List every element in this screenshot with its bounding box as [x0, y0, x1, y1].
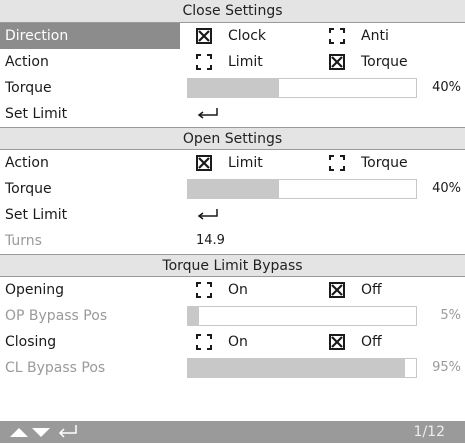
down-arrow-icon	[32, 428, 50, 437]
option-label: Off	[361, 334, 382, 350]
slider-fill	[188, 359, 405, 377]
checkbox-checked-icon[interactable]	[196, 155, 212, 171]
option-torque[interactable]: Torque	[329, 49, 408, 75]
option-label: Limit	[228, 155, 263, 171]
row-label: Set Limit	[5, 207, 68, 223]
option-label: Torque	[361, 54, 408, 70]
option-label: Anti	[361, 28, 389, 44]
option-label: Clock	[228, 28, 267, 44]
row-bypass-closing[interactable]: Closing On Off	[0, 329, 465, 355]
option-label: Limit	[228, 54, 263, 70]
percent-value: 40%	[432, 80, 461, 95]
row-label: CL Bypass Pos	[5, 360, 106, 376]
option-label: On	[228, 282, 248, 298]
row-label: Set Limit	[5, 106, 68, 122]
option-clock[interactable]: Clock	[196, 23, 266, 49]
row-open-action[interactable]: Action Limit Torque	[0, 150, 465, 176]
cl-bypass-slider	[187, 358, 417, 378]
row-close-torque[interactable]: Torque 40%	[0, 75, 465, 101]
row-label: Action	[5, 155, 49, 171]
option-on[interactable]: On	[196, 277, 248, 303]
option-off[interactable]: Off	[329, 329, 382, 355]
row-label: Opening	[5, 282, 65, 298]
checkbox-unchecked-icon[interactable]	[196, 54, 212, 70]
checkbox-checked-icon[interactable]	[329, 334, 345, 350]
option-label: On	[228, 334, 248, 350]
torque-slider[interactable]	[187, 179, 417, 199]
option-limit[interactable]: Limit	[196, 150, 263, 176]
footer-nav	[10, 424, 110, 444]
checkbox-unchecked-icon[interactable]	[329, 28, 345, 44]
section-header-open-settings: Open Settings	[0, 127, 465, 150]
row-label: Torque	[5, 181, 52, 197]
row-open-turns: Turns 14.9	[0, 228, 465, 254]
section-header-close-settings: Close Settings	[0, 0, 465, 23]
row-label: Torque	[5, 80, 52, 96]
row-label: Direction	[0, 23, 180, 49]
enter-icon[interactable]	[196, 208, 220, 226]
slider-fill	[188, 307, 200, 325]
section-header-torque-limit-bypass: Torque Limit Bypass	[0, 254, 465, 277]
enter-icon	[58, 425, 77, 438]
up-arrow-icon	[10, 428, 28, 437]
row-bypass-opening[interactable]: Opening On Off	[0, 277, 465, 303]
settings-screen: Close Settings Direction Clock Anti Acti…	[0, 0, 465, 443]
option-label: Torque	[361, 155, 408, 171]
row-label: OP Bypass Pos	[5, 308, 108, 324]
enter-icon[interactable]	[196, 107, 220, 125]
option-limit[interactable]: Limit	[196, 49, 263, 75]
checkbox-unchecked-icon[interactable]	[329, 155, 345, 171]
option-anti[interactable]: Anti	[329, 23, 389, 49]
percent-value: 5%	[440, 308, 461, 323]
row-label: Closing	[5, 334, 57, 350]
percent-value: 95%	[432, 360, 461, 375]
row-close-direction[interactable]: Direction Clock Anti	[0, 23, 465, 49]
op-bypass-slider	[187, 306, 417, 326]
slider-fill	[188, 79, 280, 97]
row-open-set-limit[interactable]: Set Limit	[0, 202, 465, 228]
option-torque[interactable]: Torque	[329, 150, 408, 176]
page-indicator: 1/12	[413, 424, 445, 440]
checkbox-checked-icon[interactable]	[196, 28, 212, 44]
slider-fill	[188, 180, 280, 198]
row-open-torque[interactable]: Torque 40%	[0, 176, 465, 202]
option-label: Off	[361, 282, 382, 298]
row-close-action[interactable]: Action Limit Torque	[0, 49, 465, 75]
row-op-bypass-pos: OP Bypass Pos 5%	[0, 303, 465, 329]
option-on[interactable]: On	[196, 329, 248, 355]
footer-bar: 1/12	[0, 421, 465, 443]
row-label: Action	[5, 54, 49, 70]
checkbox-checked-icon[interactable]	[329, 282, 345, 298]
checkbox-checked-icon[interactable]	[329, 54, 345, 70]
percent-value: 40%	[432, 181, 461, 196]
option-off[interactable]: Off	[329, 277, 382, 303]
turns-value: 14.9	[196, 233, 225, 248]
checkbox-unchecked-icon[interactable]	[196, 334, 212, 350]
row-label: Turns	[5, 233, 42, 249]
checkbox-unchecked-icon[interactable]	[196, 282, 212, 298]
row-close-set-limit[interactable]: Set Limit	[0, 101, 465, 127]
row-cl-bypass-pos: CL Bypass Pos 95%	[0, 355, 465, 381]
torque-slider[interactable]	[187, 78, 417, 98]
